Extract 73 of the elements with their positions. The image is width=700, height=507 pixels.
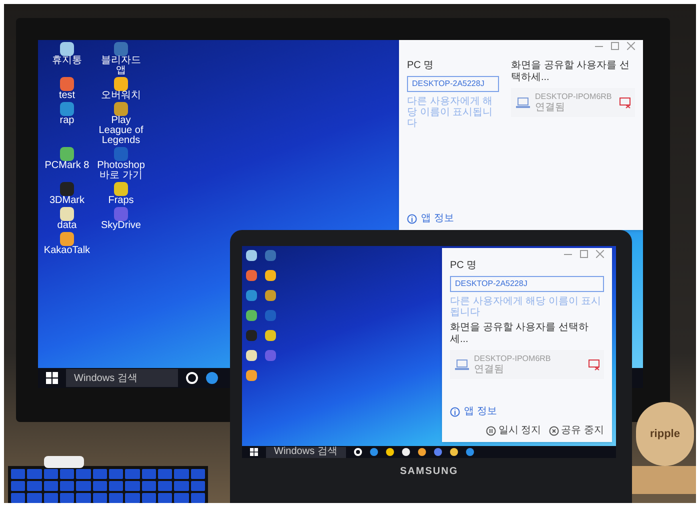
app-icon[interactable] [60,207,74,221]
browser-icon[interactable] [370,448,378,456]
app-icon[interactable] [246,270,257,281]
sign-text: ripple [650,426,680,442]
icon-label: PCMark 8 [44,161,90,171]
windows-logo-icon[interactable] [250,448,258,456]
icon-label: 블리자드 앱 [100,56,142,76]
icon-label: 휴지통 [52,56,82,66]
app-icon[interactable] [246,370,257,381]
app-icon[interactable] [265,270,276,281]
icon-label: Photoshop 바로 가기 [96,161,146,181]
brand-logo: SAMSUNG [400,465,458,479]
device-item[interactable]: DESKTOP-IPOM6RB 연결됨 [511,88,635,117]
stop-sharing-button[interactable]: 공유 중지 [549,423,604,438]
app-icon[interactable] [246,290,257,301]
icon-label: 오버워치 [101,91,141,101]
close-icon[interactable] [596,250,604,258]
app-icon[interactable] [265,290,276,301]
icon-label: test [58,91,76,101]
app-icon[interactable] [60,102,74,116]
app-icon[interactable] [246,310,257,321]
share-prompt: 화면을 공유할 사용자를 선택하세... [511,60,630,84]
icon-label: rap [60,116,74,126]
info-icon [407,214,417,224]
app-icon[interactable] [114,77,128,91]
share-prompt: 화면을 공유할 사용자를 선택하세... [450,322,590,346]
icon-label: Play League of Legends [98,116,144,146]
search-field[interactable]: Windows 검색 [66,369,178,387]
windows-logo-icon[interactable] [46,372,58,384]
disconnect-icon[interactable] [619,96,631,108]
icon-label: Fraps [108,196,134,206]
device-name: DESKTOP-IPOM6RB [474,354,552,364]
info-icon [450,406,460,416]
device-status: 연결됨 [474,364,505,375]
wooden-base [632,466,696,494]
icon-label: data [57,221,77,231]
app-icon[interactable] [60,77,74,91]
pc-name-label: PC 명 [450,260,478,272]
app-icon[interactable] [114,102,128,116]
pc-name-hint: 다른 사용자에게 해당 이름이 표시됩니다 [450,296,602,318]
maximize-icon[interactable] [611,42,619,50]
app-info-link[interactable]: 앱 정보 [407,211,454,226]
task-view-icon[interactable] [186,372,198,384]
pc-name-hint: 다른 사용자에게 해당 이름이 표시됩니다 [407,96,494,129]
icon-label: 3DMark [49,196,84,206]
app-icon[interactable] [246,250,257,261]
laptop-icon [454,358,470,370]
app-icon[interactable] [60,42,74,56]
stop-icon [549,426,560,436]
browser-icon[interactable] [206,372,218,384]
usb-drive-drawing [44,456,84,468]
pc-name-field[interactable]: DESKTOP-2A5228J [450,276,604,292]
device-item[interactable]: DESKTOP-IPOM6RB 연결됨 [450,350,604,379]
icon-label: SkyDrive [100,221,141,231]
maximize-icon[interactable] [580,250,588,258]
app-icon[interactable] [114,182,128,196]
device-status: 연결됨 [535,102,566,113]
device-name: DESKTOP-IPOM6RB [535,92,613,102]
disconnect-icon[interactable] [588,358,600,370]
app-icon[interactable] [265,330,276,341]
pc-name-label: PC 명 [407,60,435,72]
app-info-link[interactable]: 앱 정보 [450,404,497,419]
app-icon[interactable] [60,147,74,161]
close-icon[interactable] [627,42,635,50]
task-view-icon[interactable] [354,448,362,456]
pc-name-field[interactable]: DESKTOP-2A5228J [407,76,499,92]
icon-label: KakaoTalk [44,246,90,256]
pause-button[interactable]: 일시 정지 [486,423,542,438]
laptop-icon [515,96,531,108]
pause-icon [486,426,496,436]
app-icon[interactable] [60,232,74,246]
app-icon[interactable] [246,350,257,361]
search-field[interactable]: Windows 검색 [266,446,346,458]
